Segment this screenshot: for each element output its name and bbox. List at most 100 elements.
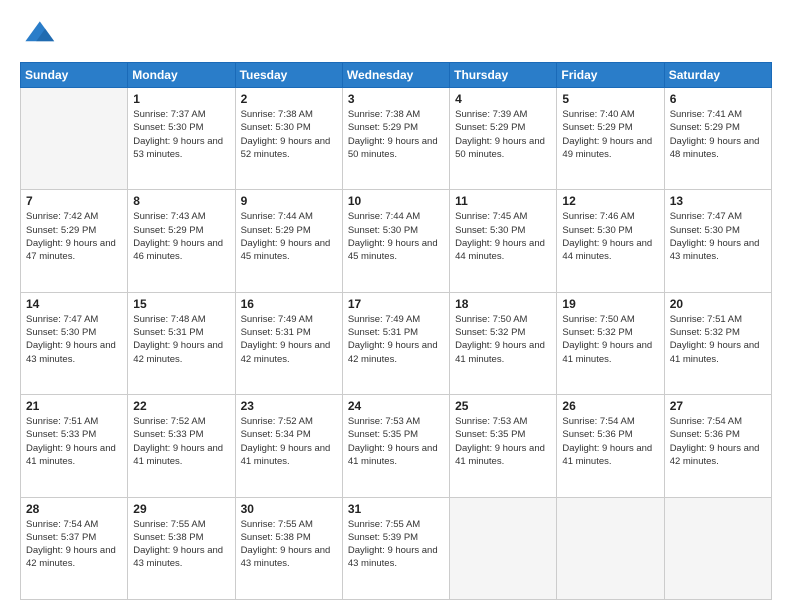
day-number: 20 bbox=[670, 297, 766, 311]
calendar-header-thursday: Thursday bbox=[450, 63, 557, 88]
day-number: 19 bbox=[562, 297, 658, 311]
calendar-cell: 3 Sunrise: 7:38 AMSunset: 5:29 PMDayligh… bbox=[342, 88, 449, 190]
day-number: 1 bbox=[133, 92, 229, 106]
calendar-cell: 6 Sunrise: 7:41 AMSunset: 5:29 PMDayligh… bbox=[664, 88, 771, 190]
logo bbox=[20, 16, 62, 52]
day-info: Sunrise: 7:37 AMSunset: 5:30 PMDaylight:… bbox=[133, 108, 229, 161]
calendar-cell: 19 Sunrise: 7:50 AMSunset: 5:32 PMDaylig… bbox=[557, 292, 664, 394]
day-info: Sunrise: 7:52 AMSunset: 5:33 PMDaylight:… bbox=[133, 415, 229, 468]
day-info: Sunrise: 7:49 AMSunset: 5:31 PMDaylight:… bbox=[241, 313, 337, 366]
day-info: Sunrise: 7:38 AMSunset: 5:29 PMDaylight:… bbox=[348, 108, 444, 161]
calendar-cell: 15 Sunrise: 7:48 AMSunset: 5:31 PMDaylig… bbox=[128, 292, 235, 394]
calendar-cell: 24 Sunrise: 7:53 AMSunset: 5:35 PMDaylig… bbox=[342, 395, 449, 497]
calendar-cell: 10 Sunrise: 7:44 AMSunset: 5:30 PMDaylig… bbox=[342, 190, 449, 292]
calendar-header-wednesday: Wednesday bbox=[342, 63, 449, 88]
calendar-cell: 31 Sunrise: 7:55 AMSunset: 5:39 PMDaylig… bbox=[342, 497, 449, 599]
calendar-week-4: 28 Sunrise: 7:54 AMSunset: 5:37 PMDaylig… bbox=[21, 497, 772, 599]
calendar-cell: 23 Sunrise: 7:52 AMSunset: 5:34 PMDaylig… bbox=[235, 395, 342, 497]
day-number: 16 bbox=[241, 297, 337, 311]
calendar-cell: 20 Sunrise: 7:51 AMSunset: 5:32 PMDaylig… bbox=[664, 292, 771, 394]
calendar-cell bbox=[557, 497, 664, 599]
day-info: Sunrise: 7:47 AMSunset: 5:30 PMDaylight:… bbox=[670, 210, 766, 263]
calendar-header-sunday: Sunday bbox=[21, 63, 128, 88]
calendar-cell: 4 Sunrise: 7:39 AMSunset: 5:29 PMDayligh… bbox=[450, 88, 557, 190]
day-info: Sunrise: 7:55 AMSunset: 5:39 PMDaylight:… bbox=[348, 518, 444, 571]
page: SundayMondayTuesdayWednesdayThursdayFrid… bbox=[0, 0, 792, 612]
calendar-cell: 27 Sunrise: 7:54 AMSunset: 5:36 PMDaylig… bbox=[664, 395, 771, 497]
day-number: 13 bbox=[670, 194, 766, 208]
day-number: 9 bbox=[241, 194, 337, 208]
day-number: 22 bbox=[133, 399, 229, 413]
day-number: 2 bbox=[241, 92, 337, 106]
calendar-cell: 21 Sunrise: 7:51 AMSunset: 5:33 PMDaylig… bbox=[21, 395, 128, 497]
day-number: 12 bbox=[562, 194, 658, 208]
calendar-header-monday: Monday bbox=[128, 63, 235, 88]
day-info: Sunrise: 7:54 AMSunset: 5:36 PMDaylight:… bbox=[562, 415, 658, 468]
day-number: 15 bbox=[133, 297, 229, 311]
day-info: Sunrise: 7:54 AMSunset: 5:36 PMDaylight:… bbox=[670, 415, 766, 468]
calendar-cell: 28 Sunrise: 7:54 AMSunset: 5:37 PMDaylig… bbox=[21, 497, 128, 599]
day-info: Sunrise: 7:49 AMSunset: 5:31 PMDaylight:… bbox=[348, 313, 444, 366]
day-number: 4 bbox=[455, 92, 551, 106]
calendar-cell: 26 Sunrise: 7:54 AMSunset: 5:36 PMDaylig… bbox=[557, 395, 664, 497]
day-number: 8 bbox=[133, 194, 229, 208]
calendar-cell: 11 Sunrise: 7:45 AMSunset: 5:30 PMDaylig… bbox=[450, 190, 557, 292]
day-number: 29 bbox=[133, 502, 229, 516]
calendar-cell bbox=[21, 88, 128, 190]
day-number: 28 bbox=[26, 502, 122, 516]
day-number: 3 bbox=[348, 92, 444, 106]
day-info: Sunrise: 7:50 AMSunset: 5:32 PMDaylight:… bbox=[455, 313, 551, 366]
calendar-week-0: 1 Sunrise: 7:37 AMSunset: 5:30 PMDayligh… bbox=[21, 88, 772, 190]
header bbox=[20, 16, 772, 52]
day-number: 23 bbox=[241, 399, 337, 413]
day-info: Sunrise: 7:38 AMSunset: 5:30 PMDaylight:… bbox=[241, 108, 337, 161]
calendar-week-2: 14 Sunrise: 7:47 AMSunset: 5:30 PMDaylig… bbox=[21, 292, 772, 394]
day-number: 7 bbox=[26, 194, 122, 208]
day-number: 18 bbox=[455, 297, 551, 311]
day-number: 26 bbox=[562, 399, 658, 413]
logo-icon bbox=[20, 16, 56, 52]
day-info: Sunrise: 7:44 AMSunset: 5:30 PMDaylight:… bbox=[348, 210, 444, 263]
calendar: SundayMondayTuesdayWednesdayThursdayFrid… bbox=[20, 62, 772, 600]
calendar-cell: 16 Sunrise: 7:49 AMSunset: 5:31 PMDaylig… bbox=[235, 292, 342, 394]
calendar-cell: 17 Sunrise: 7:49 AMSunset: 5:31 PMDaylig… bbox=[342, 292, 449, 394]
calendar-cell: 14 Sunrise: 7:47 AMSunset: 5:30 PMDaylig… bbox=[21, 292, 128, 394]
day-info: Sunrise: 7:53 AMSunset: 5:35 PMDaylight:… bbox=[455, 415, 551, 468]
calendar-cell: 7 Sunrise: 7:42 AMSunset: 5:29 PMDayligh… bbox=[21, 190, 128, 292]
day-number: 5 bbox=[562, 92, 658, 106]
day-info: Sunrise: 7:55 AMSunset: 5:38 PMDaylight:… bbox=[133, 518, 229, 571]
day-number: 11 bbox=[455, 194, 551, 208]
day-number: 10 bbox=[348, 194, 444, 208]
day-number: 25 bbox=[455, 399, 551, 413]
calendar-header-row: SundayMondayTuesdayWednesdayThursdayFrid… bbox=[21, 63, 772, 88]
day-number: 27 bbox=[670, 399, 766, 413]
calendar-cell: 5 Sunrise: 7:40 AMSunset: 5:29 PMDayligh… bbox=[557, 88, 664, 190]
day-info: Sunrise: 7:51 AMSunset: 5:33 PMDaylight:… bbox=[26, 415, 122, 468]
day-number: 24 bbox=[348, 399, 444, 413]
day-info: Sunrise: 7:46 AMSunset: 5:30 PMDaylight:… bbox=[562, 210, 658, 263]
calendar-cell: 30 Sunrise: 7:55 AMSunset: 5:38 PMDaylig… bbox=[235, 497, 342, 599]
day-info: Sunrise: 7:51 AMSunset: 5:32 PMDaylight:… bbox=[670, 313, 766, 366]
day-number: 14 bbox=[26, 297, 122, 311]
calendar-week-3: 21 Sunrise: 7:51 AMSunset: 5:33 PMDaylig… bbox=[21, 395, 772, 497]
calendar-cell: 25 Sunrise: 7:53 AMSunset: 5:35 PMDaylig… bbox=[450, 395, 557, 497]
calendar-week-1: 7 Sunrise: 7:42 AMSunset: 5:29 PMDayligh… bbox=[21, 190, 772, 292]
calendar-cell: 8 Sunrise: 7:43 AMSunset: 5:29 PMDayligh… bbox=[128, 190, 235, 292]
calendar-cell: 12 Sunrise: 7:46 AMSunset: 5:30 PMDaylig… bbox=[557, 190, 664, 292]
calendar-cell bbox=[664, 497, 771, 599]
calendar-cell: 2 Sunrise: 7:38 AMSunset: 5:30 PMDayligh… bbox=[235, 88, 342, 190]
day-info: Sunrise: 7:41 AMSunset: 5:29 PMDaylight:… bbox=[670, 108, 766, 161]
calendar-cell: 1 Sunrise: 7:37 AMSunset: 5:30 PMDayligh… bbox=[128, 88, 235, 190]
day-info: Sunrise: 7:55 AMSunset: 5:38 PMDaylight:… bbox=[241, 518, 337, 571]
calendar-header-saturday: Saturday bbox=[664, 63, 771, 88]
day-number: 31 bbox=[348, 502, 444, 516]
day-info: Sunrise: 7:39 AMSunset: 5:29 PMDaylight:… bbox=[455, 108, 551, 161]
day-info: Sunrise: 7:53 AMSunset: 5:35 PMDaylight:… bbox=[348, 415, 444, 468]
day-number: 21 bbox=[26, 399, 122, 413]
calendar-cell bbox=[450, 497, 557, 599]
day-info: Sunrise: 7:44 AMSunset: 5:29 PMDaylight:… bbox=[241, 210, 337, 263]
day-info: Sunrise: 7:40 AMSunset: 5:29 PMDaylight:… bbox=[562, 108, 658, 161]
calendar-cell: 22 Sunrise: 7:52 AMSunset: 5:33 PMDaylig… bbox=[128, 395, 235, 497]
day-info: Sunrise: 7:45 AMSunset: 5:30 PMDaylight:… bbox=[455, 210, 551, 263]
day-info: Sunrise: 7:43 AMSunset: 5:29 PMDaylight:… bbox=[133, 210, 229, 263]
